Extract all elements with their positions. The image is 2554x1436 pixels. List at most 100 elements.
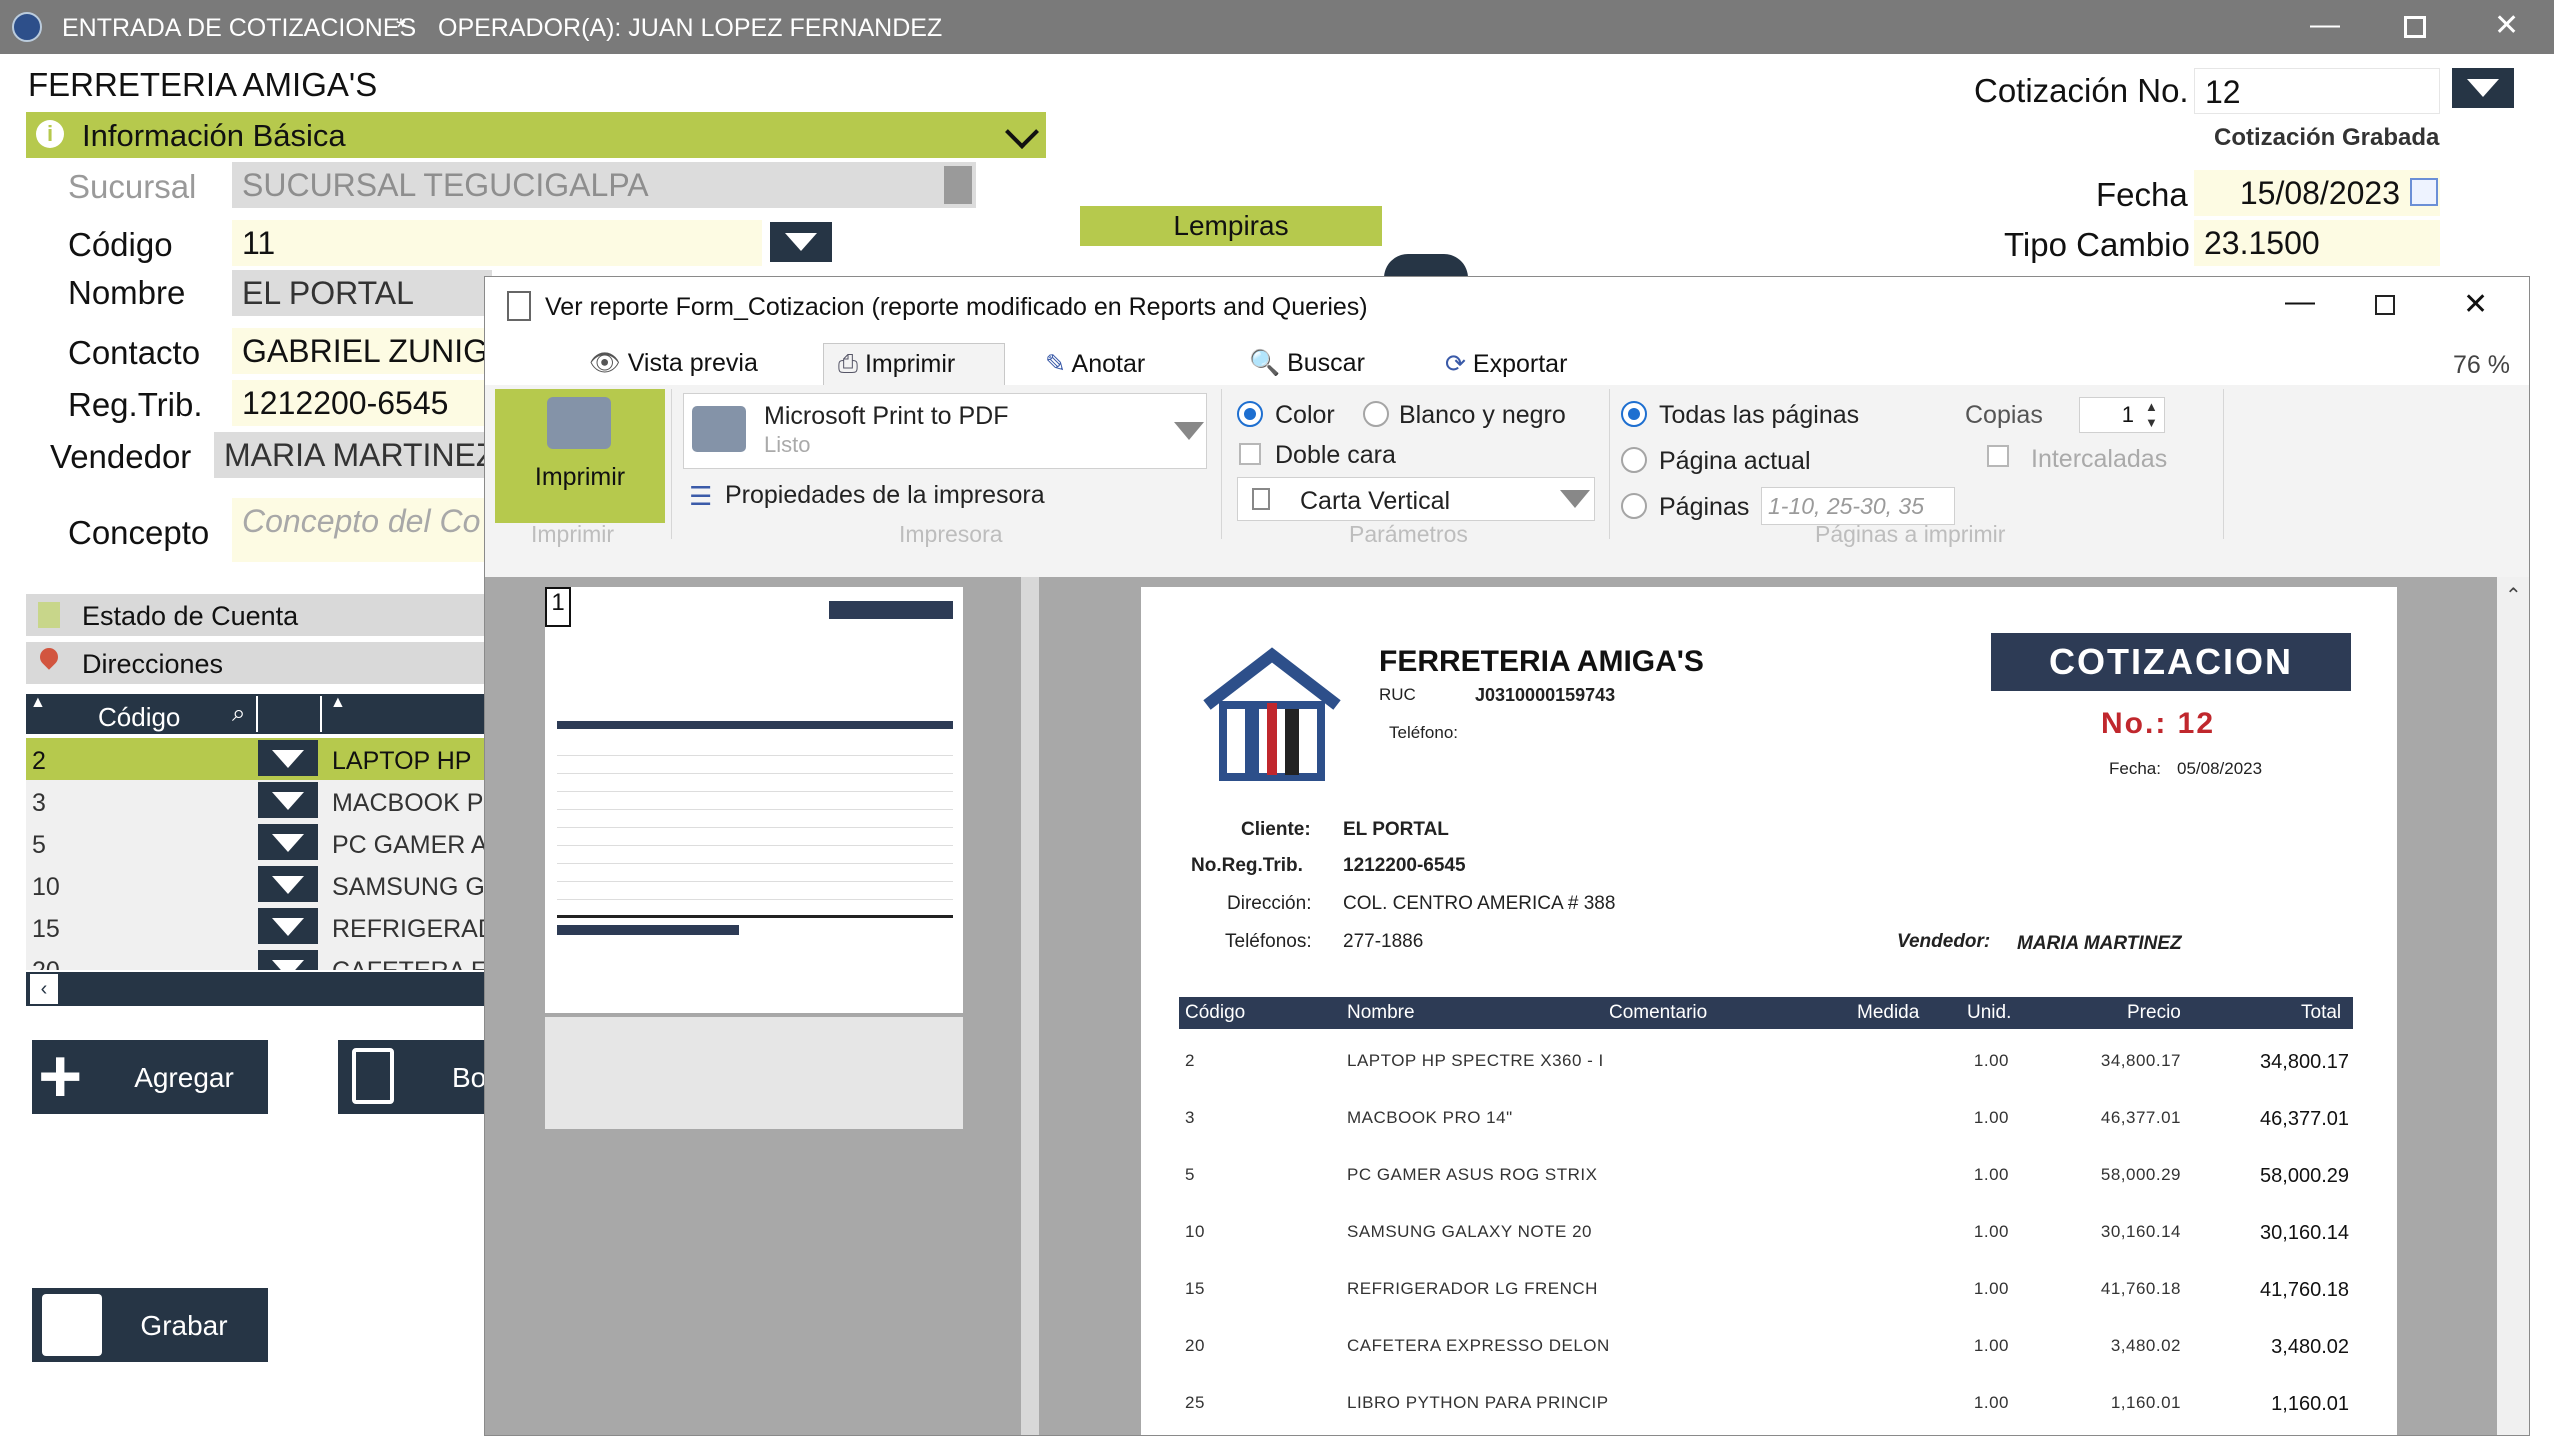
grid-horizontal-scrollbar[interactable]: ‹ xyxy=(26,972,486,1006)
table-row[interactable]: 20 CAFETERA EX xyxy=(26,948,486,970)
location-pin-icon xyxy=(36,644,62,670)
maximize-icon[interactable] xyxy=(2404,16,2426,38)
row-dropdown-button[interactable] xyxy=(258,866,318,902)
table-row[interactable]: 15 REFRIGERAD xyxy=(26,906,496,948)
grid-header-code[interactable]: Código xyxy=(98,702,180,733)
codigo-field[interactable]: 11 xyxy=(232,220,762,266)
thumb-total-line xyxy=(557,915,953,918)
chevron-down-icon[interactable] xyxy=(1174,422,1204,440)
close-icon[interactable]: ✕ xyxy=(2494,8,2519,43)
printer-icon: ⎙ xyxy=(838,350,859,378)
report-table-row: 25 LIBRO PYTHON PARA PRINCIP 1.00 1,160.01 1… xyxy=(1179,1389,2353,1419)
vendedor-field[interactable]: MARIA MARTINEZ xyxy=(214,432,484,478)
color-radio[interactable] xyxy=(1237,401,1263,427)
dialog-minimize-icon[interactable]: — xyxy=(2285,285,2315,319)
concepto-label: Concepto xyxy=(68,514,210,551)
quote-no-field[interactable]: 12 xyxy=(2194,68,2440,114)
printer-select[interactable]: Microsoft Print to PDF Listo xyxy=(683,393,1207,469)
minimize-icon[interactable]: — xyxy=(2310,8,2340,42)
report-cell-name: LAPTOP HP SPECTRE X360 - I xyxy=(1347,1051,1604,1070)
thumbnail-pane[interactable]: 1 xyxy=(485,577,1021,1435)
preview-vertical-scrollbar[interactable]: ⌃ xyxy=(2497,577,2529,1435)
current-page-radio[interactable] xyxy=(1621,447,1647,473)
bw-radio[interactable] xyxy=(1363,401,1389,427)
operator-label: OPERADOR(A): JUAN LOPEZ FERNANDEZ xyxy=(438,14,943,42)
printer-status: Listo xyxy=(764,432,811,457)
chevron-down-icon[interactable] xyxy=(1005,115,1039,149)
document-icon xyxy=(38,602,60,628)
group-pages-label: Páginas a imprimir xyxy=(1815,521,2006,547)
row-dropdown-button[interactable] xyxy=(258,740,318,776)
section-account[interactable]: Estado de Cuenta xyxy=(26,594,486,636)
tipo-cambio-field[interactable]: 23.1500 xyxy=(2194,220,2440,266)
contacto-field[interactable]: GABRIEL ZUNIGA xyxy=(232,328,484,374)
grid-header: ▲ Código ⌕ ▲ xyxy=(26,694,486,734)
save-button[interactable]: Grabar xyxy=(32,1288,268,1362)
delete-button[interactable]: Bo xyxy=(338,1040,486,1114)
section-basic-info[interactable]: i Información Básica xyxy=(26,112,1046,158)
add-button[interactable]: + Agregar xyxy=(32,1034,268,1119)
row-dropdown-button[interactable] xyxy=(258,782,318,818)
section-account-label: Estado de Cuenta xyxy=(82,601,299,631)
concepto-field[interactable]: Concepto del Co xyxy=(232,498,484,562)
report-cell-unid: 1.00 xyxy=(1973,1393,2009,1412)
regtrib-field[interactable]: 1212200-6545 xyxy=(232,380,484,426)
row-dropdown-button[interactable] xyxy=(258,824,318,860)
group-params-label: Parámetros xyxy=(1349,521,1468,547)
quote-no-dropdown-button[interactable] xyxy=(2452,68,2514,108)
collate-checkbox[interactable] xyxy=(1987,445,2009,467)
search-icon[interactable]: ⌕ xyxy=(232,700,245,728)
sort-icon[interactable]: ▲ xyxy=(30,694,46,712)
row-dropdown-button[interactable] xyxy=(258,950,318,970)
section-addresses[interactable]: Direcciones xyxy=(26,642,486,684)
scroll-up-icon[interactable]: ⌃ xyxy=(2505,583,2522,608)
thumbnail-page-1[interactable]: 1 xyxy=(545,587,963,1013)
row-code: 10 xyxy=(32,873,60,901)
thumb-table-header xyxy=(557,721,953,729)
report-cell-price: 30,160.14 xyxy=(2100,1222,2181,1241)
print-button[interactable]: Imprimir xyxy=(495,389,665,523)
pages-range-input[interactable]: 1-10, 25-30, 35 xyxy=(1761,487,1955,525)
codigo-dropdown-button[interactable] xyxy=(770,222,832,262)
table-row[interactable]: 10 SAMSUNG GA xyxy=(26,864,501,906)
sucursal-field[interactable]: SUCURSAL TEGUCIGALPA xyxy=(232,162,976,208)
tab-preview[interactable]: 👁 Vista previa xyxy=(575,343,772,385)
tab-print[interactable]: ⎙ Imprimir xyxy=(823,343,1005,385)
sort-icon[interactable]: ▲ xyxy=(330,694,346,712)
thumbnail-page-2[interactable] xyxy=(545,1017,963,1129)
report-phone-label: Teléfono: xyxy=(1389,723,1458,742)
add-button-label: Agregar xyxy=(134,1062,234,1093)
table-row[interactable]: 3 MACBOOK PR xyxy=(26,780,501,822)
report-cell-name: MACBOOK PRO 14" xyxy=(1347,1108,1513,1127)
tab-export[interactable]: ⟳ Exportar xyxy=(1431,343,1581,385)
row-dropdown-button[interactable] xyxy=(258,908,318,944)
dialog-close-icon[interactable]: ✕ xyxy=(2463,287,2488,322)
plus-icon: + xyxy=(38,1034,83,1119)
report-cell-name: CAFETERA EXPRESSO DELON xyxy=(1347,1336,1610,1355)
report-table-row: 10 SAMSUNG GALAXY NOTE 20 1.00 30,160.14 30,… xyxy=(1179,1218,2353,1248)
fecha-field[interactable]: 15/08/2023 xyxy=(2194,170,2440,216)
scroll-left-icon[interactable]: ‹ xyxy=(30,974,58,1004)
table-row[interactable]: 5 PC GAMER AS xyxy=(26,822,504,864)
pages-radio[interactable] xyxy=(1621,493,1647,519)
chevron-down-icon[interactable] xyxy=(1560,490,1590,508)
bw-label: Blanco y negro xyxy=(1399,401,1566,429)
nombre-field[interactable]: EL PORTAL xyxy=(232,270,492,316)
tab-print-label: Imprimir xyxy=(864,350,956,378)
sucursal-dropdown-icon[interactable] xyxy=(944,166,972,204)
all-pages-radio[interactable] xyxy=(1621,401,1647,427)
pane-splitter[interactable] xyxy=(1021,577,1039,1435)
duplex-checkbox[interactable] xyxy=(1239,443,1261,465)
table-row[interactable]: 2 LAPTOP HP xyxy=(26,738,486,780)
currency-toggle[interactable] xyxy=(1384,254,1468,278)
dialog-maximize-icon[interactable] xyxy=(2375,295,2395,315)
calendar-icon[interactable] xyxy=(2410,178,2438,206)
tab-annotate[interactable]: ✎ Anotar xyxy=(1031,343,1159,385)
quote-no-label: Cotización No. xyxy=(1974,72,2189,109)
stepper-icon[interactable]: ▲ ▼ xyxy=(2145,399,2158,431)
report-cell-total: 1,160.01 xyxy=(2271,1393,2349,1415)
paper-select[interactable]: Carta Vertical xyxy=(1237,477,1595,521)
tab-search[interactable]: 🔍 Buscar xyxy=(1235,343,1379,385)
tab-annotate-label: Anotar xyxy=(1071,350,1146,378)
report-address-label: Dirección: xyxy=(1227,893,1312,914)
